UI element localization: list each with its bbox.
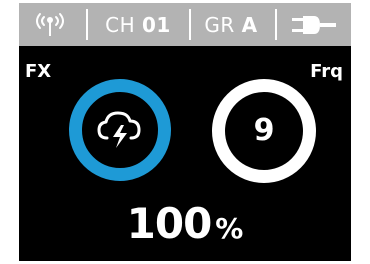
power-plug-icon [281, 3, 347, 46]
output-level: 100% [19, 199, 351, 248]
status-divider [275, 9, 277, 40]
device-screen: CH 01 GR A FX Frq 9 100 % [19, 3, 351, 261]
output-unit: % [215, 212, 244, 245]
status-bar: CH 01 GR A [19, 3, 351, 46]
group-label: GR [204, 12, 235, 37]
channel-label: CH [105, 12, 136, 37]
fx-label: FX [25, 61, 52, 82]
fx-dial[interactable] [69, 79, 171, 181]
frq-dial[interactable]: 9 [212, 79, 316, 183]
frq-value: 9 [253, 113, 275, 148]
frq-label: Frq [310, 61, 343, 82]
output-value: 100 [126, 199, 213, 248]
channel-value: 01 [142, 12, 171, 37]
cloud-lightning-icon [97, 111, 141, 148]
group-value: A [241, 12, 258, 37]
channel-indicator: CH 01 [89, 3, 187, 46]
group-indicator: GR A [191, 3, 271, 46]
status-divider [86, 9, 88, 40]
wireless-signal-icon [25, 3, 75, 46]
